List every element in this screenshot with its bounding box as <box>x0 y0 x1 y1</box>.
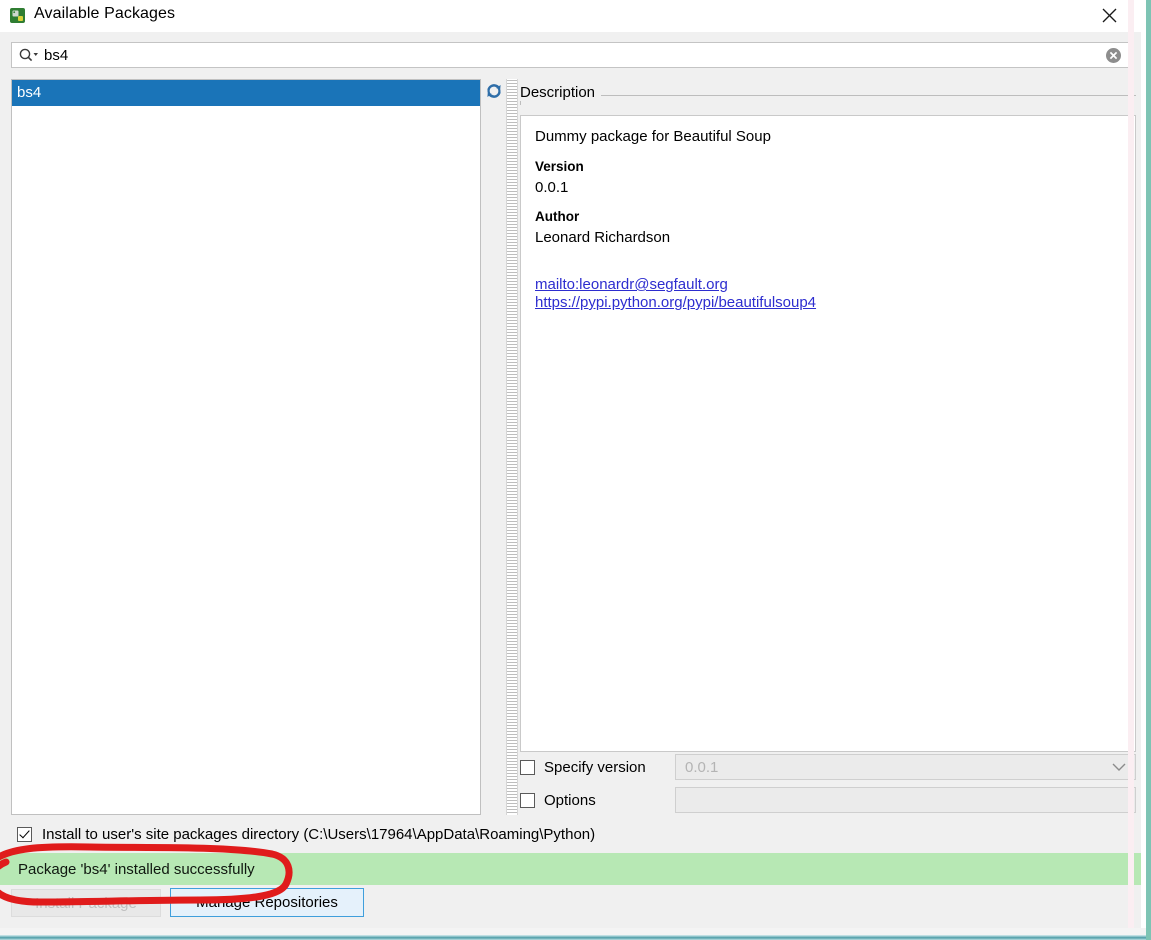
package-summary: Dummy package for Beautiful Soup <box>535 128 771 145</box>
close-button[interactable] <box>1086 0 1132 31</box>
version-value: 0.0.1 <box>535 179 569 196</box>
window-title: Available Packages <box>34 5 176 22</box>
status-message: Package 'bs4' installed successfully <box>18 860 255 878</box>
install-options: Specify version 0.0.1 Options <box>520 753 1136 815</box>
right-edge-strip <box>1128 0 1134 929</box>
chevron-down-icon <box>1112 759 1126 776</box>
package-list-item[interactable]: bs4 <box>12 80 480 106</box>
status-banner: Package 'bs4' installed successfully <box>0 853 1141 885</box>
user-site-checkbox[interactable] <box>17 827 32 842</box>
splitter-handle[interactable] <box>506 79 518 815</box>
package-list[interactable]: bs4 <box>11 79 481 815</box>
description-links: mailto:leonardr@segfault.org https://pyp… <box>535 276 1121 312</box>
search-icon <box>18 47 40 63</box>
author-email-link[interactable]: mailto:leonardr@segfault.org <box>535 276 1121 294</box>
author-key: Author <box>535 209 580 224</box>
search-box[interactable] <box>11 42 1130 68</box>
specify-version-label: Specify version <box>544 758 646 776</box>
bottom-accent-line <box>0 935 1151 940</box>
specify-version-checkbox[interactable] <box>520 759 535 775</box>
author-value: Leonard Richardson <box>535 229 671 246</box>
right-accent-line <box>1146 0 1151 940</box>
version-key: Version <box>535 159 584 174</box>
description-content: Dummy package for Beautiful Soup Version… <box>520 115 1136 752</box>
extra-options-checkbox[interactable] <box>520 792 535 808</box>
clear-search-icon[interactable] <box>1105 47 1122 64</box>
install-package-label: Install Package <box>35 894 137 912</box>
description-group: Description Dummy package for Beautiful … <box>520 84 1136 753</box>
search-row <box>0 32 1141 78</box>
description-group-label: Description <box>520 84 602 101</box>
available-packages-dialog: Available Packages bs4 bs4 Description D… <box>0 0 1141 929</box>
specify-version-value: 0.0.1 <box>685 758 719 776</box>
manage-repositories-button[interactable]: Manage Repositories <box>170 888 364 917</box>
specify-version-row: Specify version 0.0.1 <box>520 753 1136 781</box>
manage-repositories-label: Manage Repositories <box>196 894 338 911</box>
specify-version-combobox[interactable]: 0.0.1 <box>675 754 1136 780</box>
close-icon <box>1102 8 1116 23</box>
refresh-button[interactable] <box>482 79 506 103</box>
refresh-icon <box>487 84 501 98</box>
user-site-row[interactable]: Install to user's site packages director… <box>17 826 595 843</box>
install-package-button[interactable]: Install Package <box>11 889 161 917</box>
extra-options-input[interactable] <box>675 787 1136 813</box>
user-site-label: Install to user's site packages director… <box>42 826 596 843</box>
bottom-edge-strip <box>0 928 1146 935</box>
search-input[interactable] <box>40 44 1105 66</box>
group-frame-line <box>520 95 1136 96</box>
extra-options-label: Options <box>544 791 596 809</box>
package-homepage-link[interactable]: https://pypi.python.org/pypi/beautifulso… <box>535 294 1121 312</box>
title-bar: Available Packages <box>0 0 1141 32</box>
python-package-icon <box>9 7 26 24</box>
extra-options-row: Options <box>520 786 1136 814</box>
